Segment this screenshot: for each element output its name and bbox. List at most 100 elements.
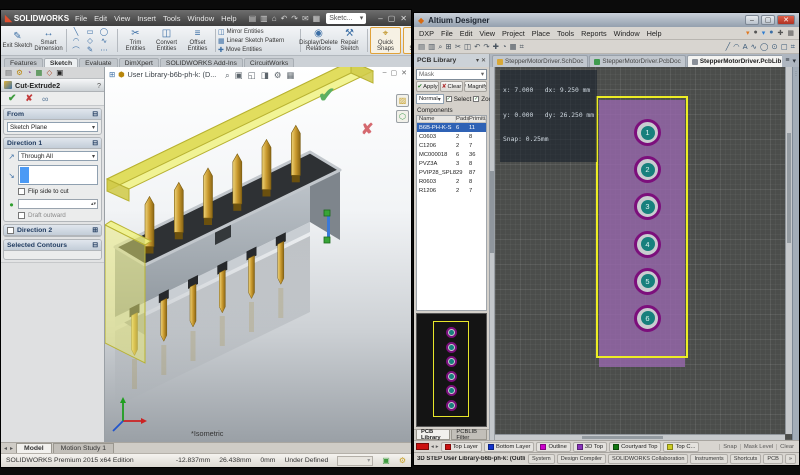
editor-vertical-scrollbar[interactable] xyxy=(785,67,792,434)
panel-button[interactable]: Design Compiler xyxy=(557,454,606,464)
sw-toolbar-icon[interactable]: ⌂ xyxy=(272,14,277,23)
menu-icon[interactable]: ≡ xyxy=(785,57,789,64)
sw-menu-item[interactable]: View xyxy=(114,14,130,23)
panel-tab-icon[interactable]: ⚙ xyxy=(16,68,23,77)
ad-drawing-icon[interactable]: A xyxy=(743,42,748,52)
panel-button[interactable]: PCB xyxy=(763,454,783,464)
sw-toolbar-icon[interactable]: ▥ xyxy=(260,14,268,23)
chevron-left-icon[interactable]: ◂ xyxy=(4,445,7,452)
direction2-checkbox[interactable] xyxy=(7,227,14,234)
confirm-feature-button[interactable]: ✔ xyxy=(318,83,336,108)
sketch-entity-icon[interactable]: ⌒ xyxy=(72,45,80,54)
sw-command-button[interactable]: ✎ Exit Sketch xyxy=(2,27,33,54)
library-action-button[interactable]: ✘ Clear xyxy=(440,81,463,92)
panel-button[interactable]: » xyxy=(785,454,796,464)
footprint-pad[interactable]: 5 xyxy=(634,268,661,295)
end-condition-select[interactable]: Through All ▾ xyxy=(18,151,98,161)
component-row[interactable]: R1206 2 7 xyxy=(417,186,486,195)
model-tab[interactable]: Motion Study 1 xyxy=(53,443,114,453)
panel-tab-icon[interactable]: ◔ xyxy=(27,68,32,77)
view-tool-icon[interactable]: ▦ xyxy=(286,70,294,81)
chevron-right-icon[interactable]: ▸ xyxy=(436,444,439,450)
document-tab[interactable]: StepperMotorDriver.PcbLib * xyxy=(687,55,783,67)
sw-toolbar-icon[interactable]: ↶ xyxy=(281,14,288,23)
component-row[interactable]: B6B-PH-K-S 6 11 xyxy=(417,123,486,132)
sw-ribbon-tab[interactable]: Sketch xyxy=(44,58,78,67)
close-icon[interactable]: ✕ xyxy=(400,14,407,23)
sw-menu-item[interactable]: Window xyxy=(187,14,214,23)
current-layer-swatch[interactable] xyxy=(416,443,429,450)
ad-menu-item[interactable]: View xyxy=(479,29,495,38)
component-row[interactable]: R0603 2 8 xyxy=(417,177,486,186)
preview-icon[interactable]: ∞ xyxy=(42,94,48,104)
view-tool-icon[interactable]: ⚙ xyxy=(274,70,282,81)
sketch-entity-icon[interactable]: ✎ xyxy=(87,45,93,54)
ad-menu-item[interactable]: DXP xyxy=(419,29,434,38)
layer-bar-button[interactable]: Clear xyxy=(776,444,797,450)
draft-icon[interactable]: ● xyxy=(7,200,16,209)
ad-menu-item[interactable]: File xyxy=(441,29,453,38)
sw-ribbon-tab[interactable]: CircuitWorks xyxy=(244,58,294,67)
draft-angle-spinner[interactable]: ▴▾ xyxy=(18,199,98,209)
chevron-left-icon[interactable]: ◂ xyxy=(431,444,434,450)
chevron-down-icon[interactable]: ▾ xyxy=(792,57,796,65)
sw-menu-item[interactable]: Help xyxy=(221,14,236,23)
collapse-icon[interactable]: ⊟ xyxy=(92,110,98,118)
sketch-entity-icon[interactable]: ◇ xyxy=(87,36,93,45)
panel-button[interactable]: SOLIDWORKS Collaboration xyxy=(608,454,688,464)
ad-menu-item[interactable]: Project xyxy=(502,29,525,38)
sw-graphics-area[interactable]: ⊞ ⬢ User Library-b6b-ph-k: (D... ⌕▣◱◨⚙▦ … xyxy=(105,67,411,442)
ad-drawing-icon[interactable]: ◠ xyxy=(733,42,740,52)
sw-ribbon-tab[interactable]: Features xyxy=(4,58,43,67)
sw-toolbar-icon[interactable]: ▦ xyxy=(313,14,321,23)
ad-toolbar-icon[interactable]: ▥ xyxy=(428,42,435,52)
sw-command-button[interactable]: ◫ Convert Entities xyxy=(151,27,182,54)
sw-command-button[interactable]: ⌖ Quick Snaps xyxy=(370,27,401,54)
ad-drawing-icon[interactable]: ╱ xyxy=(726,42,731,52)
expand-icon[interactable]: ⊞ xyxy=(92,226,98,234)
sw-command-button[interactable]: ↔ Smart Dimension xyxy=(33,27,64,54)
view-tool-icon[interactable]: ⌕ xyxy=(225,70,230,81)
ad-toolbar-icon[interactable]: ▤ xyxy=(418,42,425,52)
component-row[interactable]: PVIP28_SPL8 29 87 xyxy=(417,168,486,177)
ad-toolbar-icon[interactable]: ⊞ xyxy=(445,42,451,52)
collapse-icon[interactable]: ⊟ xyxy=(92,241,98,249)
footprint-pad[interactable]: 6 xyxy=(634,305,661,332)
layer-tab[interactable]: Outline xyxy=(536,442,570,452)
ad-drawing-icon[interactable]: ▢ xyxy=(781,42,788,52)
extrude-highlight-left[interactable] xyxy=(105,221,151,363)
sw-menu-item[interactable]: Edit xyxy=(94,14,107,23)
sw-menu-item[interactable]: Insert xyxy=(137,14,156,23)
context-button-1[interactable]: ▨ xyxy=(396,94,409,107)
maximize-icon[interactable]: ▢ xyxy=(388,14,396,23)
editor-horizontal-scrollbar[interactable] xyxy=(495,434,785,440)
sw-command-button[interactable]: ✚ Move Entities xyxy=(218,46,298,54)
flip-side-checkbox[interactable] xyxy=(18,188,25,195)
close-icon[interactable]: ✕ xyxy=(401,69,407,77)
library-panel-tab[interactable]: PCB Library xyxy=(416,430,450,440)
sketch-entity-icon[interactable]: ▭ xyxy=(86,27,93,36)
model-tab[interactable]: Model xyxy=(16,443,52,453)
sw-ribbon-tab[interactable]: SOLIDWORKS Add-Ins xyxy=(160,58,243,67)
panel-tab-icon[interactable]: ▣ xyxy=(56,68,63,77)
minimize-icon[interactable]: – xyxy=(745,15,759,25)
ad-toolbar-icon[interactable]: ↷ xyxy=(483,42,489,52)
layer-tab[interactable]: Top Layer xyxy=(441,442,482,452)
pcb-editor-canvas[interactable]: 1 2 3 4 xyxy=(495,67,792,440)
collapse-icon[interactable]: ⊟ xyxy=(92,139,98,147)
view-tool-icon[interactable]: ◱ xyxy=(248,70,256,81)
sw-command-button[interactable]: ◉ Display/Delete Relations xyxy=(303,27,334,54)
help-icon[interactable]: ? xyxy=(97,81,101,90)
sw-command-button[interactable]: ✂ Trim Entities xyxy=(120,27,151,54)
footprint-pad[interactable]: 4 xyxy=(634,231,661,258)
close-icon[interactable]: ✕ xyxy=(777,15,795,25)
sw-toolbar-icon[interactable]: ✉ xyxy=(302,14,309,23)
menubar-icon[interactable]: ▾ xyxy=(762,29,766,37)
chevron-down-icon[interactable]: ▾ xyxy=(360,14,364,22)
ad-menu-item[interactable]: Window xyxy=(614,29,640,38)
sw-ribbon-tab[interactable]: DimXpert xyxy=(119,58,159,67)
sw-menu-item[interactable]: Tools xyxy=(163,14,181,23)
sketch-entity-icon[interactable]: ◯ xyxy=(100,27,108,36)
close-icon[interactable]: ✕ xyxy=(481,57,486,64)
draft-outward-checkbox[interactable] xyxy=(18,212,25,219)
